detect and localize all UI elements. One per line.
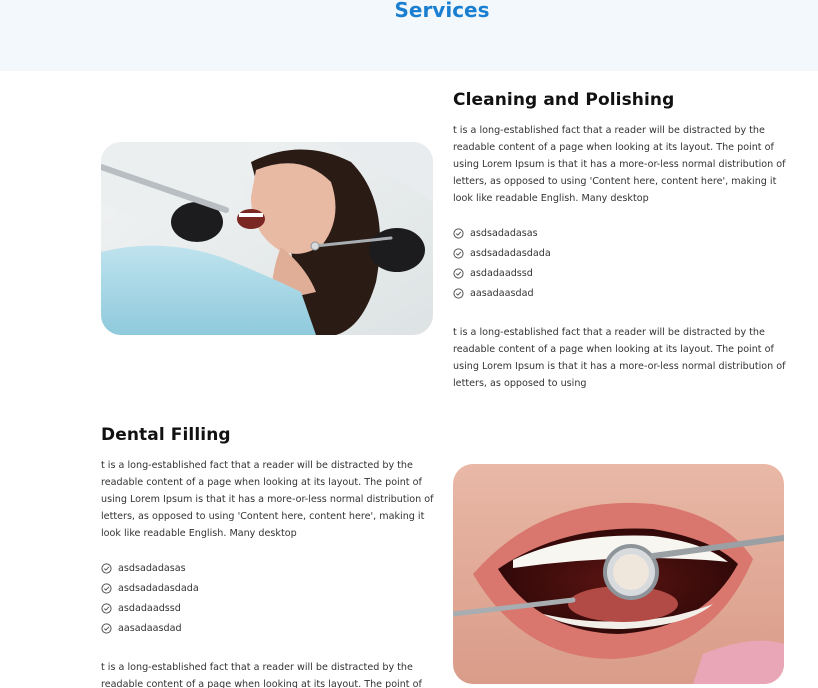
page-title: Services <box>394 0 490 22</box>
feature-label: asdadaadssd <box>118 602 181 614</box>
feature-label: aasadaasdad <box>118 622 182 634</box>
check-circle-icon <box>101 602 112 614</box>
check-circle-icon <box>453 287 464 299</box>
feature-label: asdsadadasas <box>118 562 186 574</box>
service-footer-text: t is a long-established fact that a read… <box>101 662 422 688</box>
service-description: t is a long-established fact that a read… <box>453 125 786 204</box>
feature-item: asdsadadasdada <box>101 578 436 598</box>
feature-label: aasadaasdad <box>470 287 534 299</box>
feature-item: asdadaadssd <box>101 598 436 618</box>
check-circle-icon <box>101 582 112 594</box>
service-description: t is a long-established fact that a read… <box>101 460 434 539</box>
service-title: Cleaning and Polishing <box>453 90 675 110</box>
feature-item: asdsadadasas <box>453 223 788 243</box>
check-circle-icon <box>453 247 464 259</box>
feature-item: aasadaasdad <box>453 283 788 303</box>
service-filling: Dental Filling t is a long-established f… <box>101 425 436 688</box>
check-circle-icon <box>101 562 112 574</box>
filling-image <box>453 464 784 684</box>
check-circle-icon <box>453 227 464 239</box>
check-circle-icon <box>101 622 112 634</box>
feature-item: asdsadadasdada <box>453 243 788 263</box>
cleaning-photo <box>101 142 433 335</box>
feature-label: asdsadadasas <box>470 227 538 239</box>
check-circle-icon <box>453 267 464 279</box>
service-cleaning: Cleaning and Polishing t is a long-estab… <box>453 90 788 392</box>
cleaning-image <box>101 142 433 335</box>
feature-label: asdsadadasdada <box>470 247 551 259</box>
service-title: Dental Filling <box>101 425 231 445</box>
feature-item: aasadaasdad <box>101 618 436 638</box>
filling-photo <box>453 464 784 684</box>
feature-label: asdsadadasdada <box>118 582 199 594</box>
feature-label: asdadaadssd <box>470 267 533 279</box>
feature-item: asdsadadasas <box>101 558 436 578</box>
service-footer-text: t is a long-established fact that a read… <box>453 327 786 389</box>
services-header: Services <box>0 0 818 71</box>
feature-item: asdadaadssd <box>453 263 788 283</box>
feature-list: asdsadadasas asdsadadasdada asdadaadssd … <box>101 558 436 638</box>
feature-list: asdsadadasas asdsadadasdada asdadaadssd … <box>453 223 788 303</box>
